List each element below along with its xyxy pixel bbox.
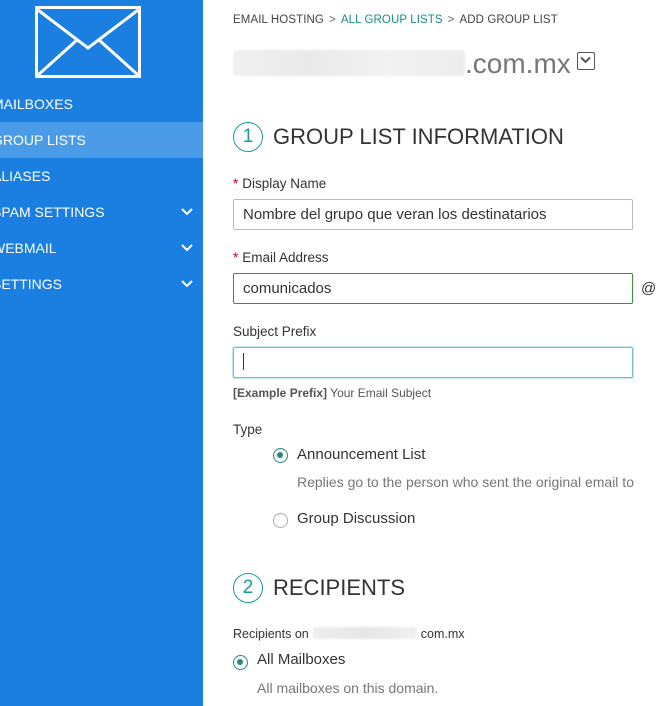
main-content: EMAIL HOSTING > ALL GROUP LISTS > ADD GROUP … — [233, 0, 656, 706]
all-mailboxes-label[interactable]: All Mailboxes — [257, 651, 345, 668]
section-title: GROUP LIST INFORMATION — [273, 124, 564, 149]
breadcrumb-separator: > — [328, 14, 336, 26]
announcement-list-description: Replies go to the person who sent the or… — [297, 474, 634, 490]
display-name-input[interactable]: Nombre del grupo que veran los destinata… — [233, 199, 633, 230]
subject-prefix-input[interactable] — [233, 347, 633, 378]
redacted-domain-name — [312, 627, 417, 639]
group-discussion-radio[interactable] — [273, 513, 288, 528]
breadcrumb-current: ADD GROUP LIST — [459, 14, 558, 26]
label-text: Email Address — [242, 250, 329, 265]
recipients-prefix: Recipients on — [233, 627, 309, 641]
sidebar-item-mailboxes[interactable]: MAILBOXES — [0, 86, 203, 122]
sidebar-item-webmail[interactable]: WEBMAIL — [0, 230, 203, 266]
step-number: 2 — [233, 573, 263, 603]
envelope-icon[interactable] — [35, 6, 141, 78]
recipients-on-label: Recipients on com.mx — [233, 627, 465, 641]
subject-prefix-hint: [Example Prefix] Your Email Subject — [233, 386, 431, 400]
breadcrumb: EMAIL HOSTING > ALL GROUP LISTS > ADD GROUP … — [233, 14, 558, 26]
hint-text: Your Email Subject — [327, 386, 432, 400]
required-mark: * — [233, 250, 239, 265]
sidebar-item-label: SETTINGS — [0, 276, 63, 292]
step-number: 1 — [233, 122, 263, 152]
recipients-suffix: com.mx — [420, 627, 465, 641]
breadcrumb-root: EMAIL HOSTING — [233, 14, 324, 26]
chevron-down-icon[interactable] — [181, 207, 193, 217]
sidebar-item-label: ALIASES — [0, 168, 51, 184]
sidebar-item-label: WEBMAIL — [0, 240, 57, 256]
email-address-input[interactable]: comunicados — [233, 273, 633, 304]
sidebar-item-spam-settings[interactable]: SPAM SETTINGS — [0, 194, 203, 230]
sidebar-item-label: SPAM SETTINGS — [0, 204, 105, 220]
section-group-list-information: 1 GROUP LIST INFORMATION — [233, 122, 564, 156]
type-label: Type — [233, 422, 263, 437]
sidebar-item-label: GROUP LISTS — [0, 132, 86, 148]
text-caret — [243, 353, 244, 370]
chevron-down-icon[interactable] — [181, 243, 193, 253]
subject-prefix-label: Subject Prefix — [233, 324, 317, 339]
all-mailboxes-radio[interactable] — [233, 655, 248, 670]
domain-selector[interactable]: .com.mx — [233, 48, 595, 88]
sidebar-item-settings[interactable]: SETTINGS — [0, 266, 203, 302]
sidebar-nav: MAILBOXES GROUP LISTS ALIASES SPAM SETTI… — [0, 86, 203, 302]
required-mark: * — [233, 176, 239, 191]
domain-suffix: .com.mx — [465, 48, 571, 79]
sidebar-item-label: MAILBOXES — [0, 96, 73, 112]
sidebar-item-aliases[interactable]: ALIASES — [0, 158, 203, 194]
section-title: RECIPIENTS — [273, 575, 406, 600]
email-address-label: * Email Address — [233, 250, 329, 265]
announcement-list-label[interactable]: Announcement List — [297, 446, 425, 463]
sidebar-item-group-lists[interactable]: GROUP LISTS — [0, 122, 203, 158]
breadcrumb-all-group-lists-link[interactable]: ALL GROUP LISTS — [341, 14, 443, 26]
at-sign: @ — [641, 280, 656, 297]
group-discussion-label[interactable]: Group Discussion — [297, 510, 415, 527]
hint-bold: [Example Prefix] — [233, 386, 328, 400]
redacted-domain-name — [233, 50, 465, 76]
display-name-label: * Display Name — [233, 176, 326, 191]
section-recipients: 2 RECIPIENTS — [233, 573, 405, 607]
chevron-down-icon[interactable] — [181, 279, 193, 289]
domain-dropdown-button[interactable] — [576, 52, 595, 70]
announcement-list-radio[interactable] — [273, 448, 288, 463]
breadcrumb-separator: > — [447, 14, 455, 26]
all-mailboxes-description: All mailboxes on this domain. — [257, 680, 439, 696]
chevron-down-icon — [580, 56, 591, 64]
sidebar: MAILBOXES GROUP LISTS ALIASES SPAM SETTI… — [0, 0, 203, 706]
label-text: Display Name — [242, 176, 327, 191]
